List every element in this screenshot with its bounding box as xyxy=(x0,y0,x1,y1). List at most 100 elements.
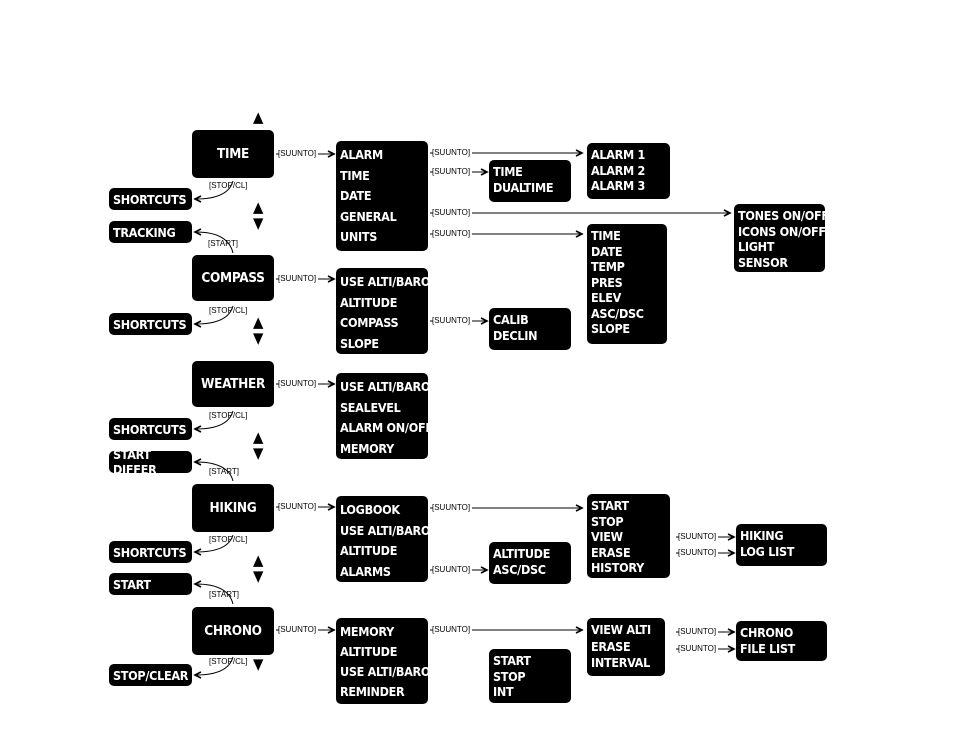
up-arrow-icon: ▲ xyxy=(253,108,264,126)
menu-item: ALTITUDE xyxy=(340,644,398,659)
menu-item: USE ALTI/BARO xyxy=(340,664,431,679)
menu-item: MEMORY xyxy=(340,624,394,639)
menu-item: LIGHT xyxy=(738,239,775,254)
down-arrow-icon: ▼ xyxy=(253,655,264,673)
menu-item: TIME xyxy=(591,228,621,243)
up-arrow-icon: ▲ xyxy=(253,198,264,216)
up-arrow-icon: ▲ xyxy=(253,428,264,446)
menu-item: USE ALTI/BARO xyxy=(340,379,431,394)
side-shortcuts4: SHORTCUTS xyxy=(109,541,192,563)
button-label: [SUUNTO] xyxy=(432,565,471,574)
menu-item: LOG LIST xyxy=(740,544,795,559)
menu-item: START xyxy=(591,498,629,513)
menu-item: USE ALTI/BARO xyxy=(340,274,431,289)
up-arrow-icon: ▲ xyxy=(253,551,264,569)
compass-menu: USE ALTI/BARO ALTITUDE COMPASS SLOPE xyxy=(336,268,431,354)
menu-item: SLOPE xyxy=(591,321,630,336)
side-start-differ: START DIFFER xyxy=(109,447,192,477)
side-stop-clear: STOP/CLEAR xyxy=(109,664,192,686)
button-label: [STOP/CL] xyxy=(209,181,248,190)
side-shortcuts3: SHORTCUTS xyxy=(109,418,192,440)
compass-sub: CALIB DECLIN xyxy=(489,308,571,350)
menu-item: TONES ON/OFF xyxy=(738,208,829,223)
side-shortcuts2: SHORTCUTS xyxy=(109,313,192,335)
memory-sub: VIEW ALTI ERASE INTERVAL xyxy=(587,618,665,676)
button-label: [SUUNTO] xyxy=(432,148,471,157)
menu-item: VIEW xyxy=(591,529,623,544)
menu-item: HIKING xyxy=(740,528,784,543)
button-label: [SUUNTO] xyxy=(432,503,471,512)
time-menu: ALARM TIME DATE GENERAL UNITS xyxy=(336,141,428,251)
button-label: [SUUNTO] xyxy=(278,379,317,388)
menu-item: ERASE xyxy=(591,544,631,560)
down-arrow-icon: ▼ xyxy=(253,329,264,347)
button-label: [SUUNTO] xyxy=(278,274,317,283)
menu-item: SENSOR xyxy=(738,254,788,270)
button-label: [SUUNTO] xyxy=(432,625,471,634)
menu-item: CHRONO xyxy=(740,625,794,640)
logbook-sub: START STOP VIEW ERASE HISTORY xyxy=(587,494,670,578)
menu-item: LOGBOOK xyxy=(340,502,400,517)
menu-item: ALARM 2 xyxy=(591,162,646,178)
menu-item: ERASE xyxy=(591,638,631,654)
menu-item: DATE xyxy=(340,188,372,203)
button-label: [SUUNTO] xyxy=(278,149,317,158)
units-sub: TIME DATE TEMP PRES ELEV ASC/DSC SLOPE xyxy=(587,224,667,344)
side-start: START xyxy=(109,573,192,595)
button-label: [STOP/CL] xyxy=(209,535,248,544)
button-label: [SUUNTO] xyxy=(678,644,717,653)
button-label: [SUUNTO] xyxy=(678,627,717,636)
menu-item: ALTITUDE xyxy=(340,294,398,310)
reminder-sub: START STOP INT xyxy=(489,649,571,703)
button-label: [SUUNTO] xyxy=(678,532,717,541)
menu-item: ELEV xyxy=(591,290,622,305)
alarms-sub: ALTITUDE ASC/DSC xyxy=(489,542,571,584)
menu-item: ALARM ON/OFF xyxy=(340,420,433,435)
menu-item: REMINDER xyxy=(340,684,405,699)
menu-item: SEALEVEL xyxy=(340,399,401,415)
menu-item: ASC/DSC xyxy=(493,562,546,577)
menu-flow-diagram: TIME COMPASS WEATHER HIKING CHRONO SHORTCUTS T… xyxy=(0,0,954,756)
up-arrow-icon: ▲ xyxy=(253,313,264,331)
button-label: [STOP/CL] xyxy=(209,411,248,420)
button-label: [SUUNTO] xyxy=(432,208,471,217)
menu-item: FILE LIST xyxy=(740,641,796,656)
button-label: [SUUNTO] xyxy=(278,625,317,634)
time-sub: TIME DUALTIME xyxy=(489,160,571,202)
menu-item: ALTITUDE xyxy=(493,546,551,561)
menu-item: SLOPE xyxy=(340,335,379,351)
down-arrow-icon: ▼ xyxy=(253,444,264,462)
general-sub: TONES ON/OFF ICONS ON/OFF LIGHT SENSOR xyxy=(734,204,829,272)
menu-item: UNITS xyxy=(340,229,377,244)
button-label: [START] xyxy=(209,467,239,476)
button-label: [SUUNTO] xyxy=(278,502,317,511)
button-label: [SUUNTO] xyxy=(432,229,471,238)
hiking-log: HIKING LOG LIST xyxy=(736,524,827,566)
menu-item: PRES xyxy=(591,274,623,290)
side-tracking: TRACKING xyxy=(109,221,192,243)
menu-item: STOP xyxy=(591,513,624,529)
button-label: [STOP/CL] xyxy=(209,306,248,315)
down-arrow-icon: ▼ xyxy=(253,567,264,585)
menu-item: TEMP xyxy=(591,259,625,274)
menu-item: ALARM 3 xyxy=(591,178,646,193)
chrono-file: CHRONO FILE LIST xyxy=(736,621,827,661)
button-label: [SUUNTO] xyxy=(432,167,471,176)
alarm-sub: ALARM 1 ALARM 2 ALARM 3 xyxy=(587,143,670,199)
menu-item: ALARM 1 xyxy=(591,147,646,162)
menu-item: ICONS ON/OFF xyxy=(738,223,826,239)
menu-item: MEMORY xyxy=(340,440,394,456)
menu-item: INTERVAL xyxy=(591,655,650,670)
menu-item: VIEW ALTI xyxy=(591,622,651,637)
hiking-menu: LOGBOOK USE ALTI/BARO ALTITUDE ALARMS xyxy=(336,496,431,582)
menu-item: USE ALTI/BARO xyxy=(340,522,431,538)
menu-item: ALTITUDE xyxy=(340,543,398,558)
menu-item: START xyxy=(493,653,531,668)
menu-item: DUALTIME xyxy=(493,180,554,195)
menu-item: INT xyxy=(493,684,514,699)
mode-chrono: CHRONO xyxy=(192,607,274,655)
menu-item: DATE xyxy=(591,243,623,259)
mode-weather: WEATHER xyxy=(192,361,274,407)
mode-compass: COMPASS xyxy=(192,255,274,301)
menu-item: ALARMS xyxy=(340,563,391,579)
